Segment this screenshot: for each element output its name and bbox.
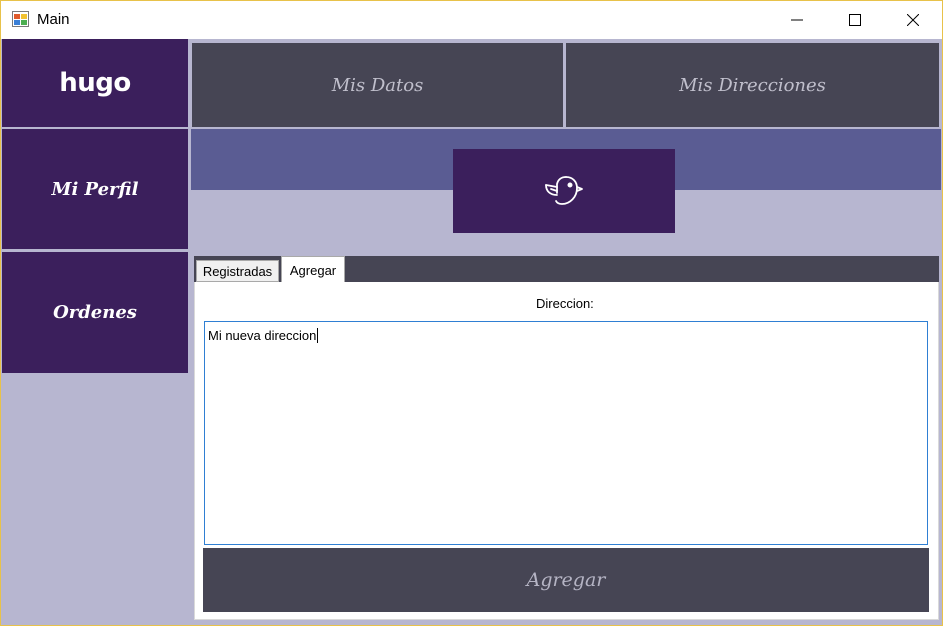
minimize-icon xyxy=(791,19,803,21)
sidebar-item-mi-perfil[interactable]: Mi Perfil xyxy=(2,129,188,249)
close-button[interactable] xyxy=(884,1,942,39)
agregar-button[interactable]: Agregar xyxy=(203,548,929,612)
tab-mis-datos[interactable]: Mis Datos xyxy=(192,43,563,127)
main-window: Main hugo Mi Perfil Ordenes Mis Datos Mi… xyxy=(0,0,943,626)
window-title: Main xyxy=(37,11,70,28)
tab-agregar[interactable]: Agregar xyxy=(281,256,345,283)
maximize-icon xyxy=(849,14,861,26)
sidebar-item-ordenes[interactable]: Ordenes xyxy=(2,252,188,373)
tab-registradas[interactable]: Registradas xyxy=(196,260,279,282)
direccion-label: Direccion: xyxy=(536,296,594,311)
bird-icon xyxy=(545,176,583,205)
maximize-button[interactable] xyxy=(826,1,884,39)
direccion-value: Mi nueva direccion xyxy=(208,328,317,343)
minimize-button[interactable] xyxy=(768,1,826,39)
tab-mis-direcciones[interactable]: Mis Direcciones xyxy=(566,43,939,127)
close-icon xyxy=(907,14,919,26)
avatar xyxy=(453,149,675,233)
sidebar-logo[interactable]: hugo xyxy=(2,39,188,127)
direccion-textarea[interactable]: Mi nueva direccion xyxy=(204,321,928,545)
title-bar: Main xyxy=(1,1,942,39)
app-icon xyxy=(12,11,29,27)
text-caret xyxy=(317,328,319,343)
